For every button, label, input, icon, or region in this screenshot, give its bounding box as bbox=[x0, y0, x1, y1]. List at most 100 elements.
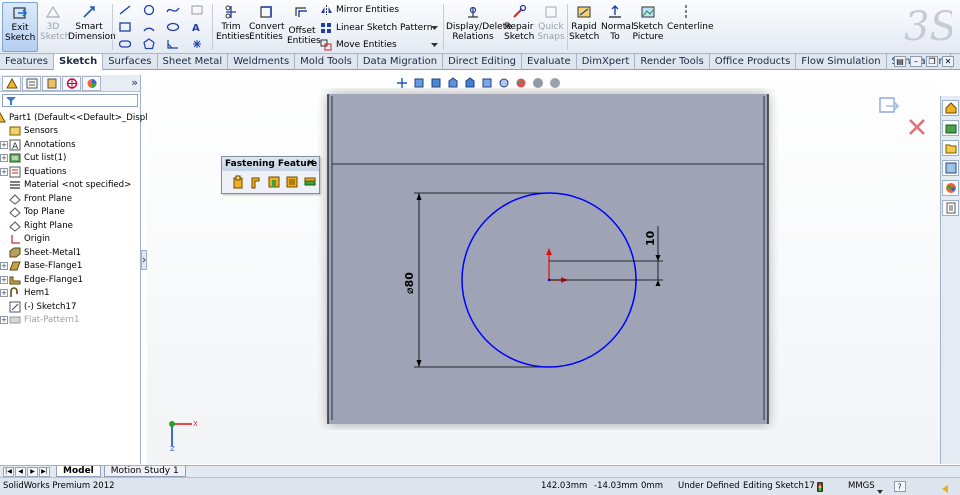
discard-sketch-icon[interactable] bbox=[909, 119, 925, 135]
tree-item[interactable]: + Hem1 bbox=[0, 287, 140, 301]
sketch-picture-button[interactable]: Sketch Picture bbox=[632, 2, 664, 52]
tree-item[interactable]: Sensors bbox=[0, 125, 140, 139]
solidworks-resources-icon[interactable] bbox=[942, 100, 959, 116]
expand-icon[interactable]: + bbox=[0, 167, 8, 176]
design-library-icon[interactable] bbox=[942, 120, 959, 136]
appearances-icon[interactable] bbox=[942, 180, 959, 196]
property-manager-tab-icon[interactable] bbox=[22, 76, 41, 91]
help-icon[interactable]: ? bbox=[894, 481, 906, 495]
convert-entities-button[interactable]: Convert Entities bbox=[249, 2, 285, 52]
tree-item[interactable]: + Base-Flange1 bbox=[0, 260, 140, 274]
units-dropdown-arrow[interactable] bbox=[877, 484, 883, 495]
offset-entities-button[interactable]: Offset Entities bbox=[286, 2, 321, 52]
offset-dimension-label[interactable]: 10 bbox=[644, 230, 657, 246]
rapid-sketch-button[interactable]: Rapid Sketch bbox=[569, 2, 599, 52]
close-icon[interactable]: ✕ bbox=[942, 56, 954, 67]
tab-weldments[interactable]: Weldments bbox=[228, 54, 296, 70]
line-icon[interactable] bbox=[116, 3, 134, 17]
more-tabs-icon[interactable]: » bbox=[131, 76, 138, 90]
fastening-feature-title[interactable]: Fastening Feature ✕ bbox=[222, 157, 319, 171]
repair-sketch-button[interactable]: Repair Sketch bbox=[503, 2, 535, 52]
tree-item[interactable]: Material <not specified> bbox=[0, 179, 140, 193]
quick-snaps-button[interactable]: Quick Snaps bbox=[537, 2, 565, 52]
tree-item[interactable]: Sheet-Metal1 bbox=[0, 246, 140, 260]
tree-item[interactable]: + Flat-Pattern1 bbox=[0, 314, 140, 328]
tab-dimxpert[interactable]: DimXpert bbox=[577, 54, 636, 70]
slot-icon[interactable] bbox=[116, 37, 134, 51]
expand-icon[interactable]: + bbox=[0, 289, 8, 298]
feature-tree-filter[interactable] bbox=[2, 94, 138, 107]
feature-tree-tab-icon[interactable] bbox=[2, 76, 21, 91]
last-tab-icon[interactable]: ▶| bbox=[39, 466, 50, 477]
expand-icon[interactable]: + bbox=[0, 262, 8, 271]
tree-item[interactable]: Origin bbox=[0, 233, 140, 247]
tab-mold-tools[interactable]: Mold Tools bbox=[295, 54, 358, 70]
tab-sheet-metal[interactable]: Sheet Metal bbox=[158, 54, 229, 70]
sketch-chamfer-icon[interactable] bbox=[164, 37, 182, 51]
snap-hook-icon[interactable] bbox=[248, 174, 264, 190]
tree-item[interactable]: Top Plane bbox=[0, 206, 140, 220]
expand-icon[interactable]: + bbox=[0, 154, 8, 163]
exit-sketch-confirm-icon[interactable] bbox=[879, 97, 900, 113]
spline-icon[interactable] bbox=[164, 3, 182, 17]
tab-office-products[interactable]: Office Products bbox=[710, 54, 797, 70]
exit-sketch-button[interactable]: Exit Sketch bbox=[2, 2, 38, 52]
expand-icon[interactable]: + bbox=[0, 275, 8, 284]
linear-sketch-pattern-button[interactable]: Linear Sketch Pattern bbox=[320, 21, 432, 35]
tree-item[interactable]: Front Plane bbox=[0, 192, 140, 206]
tree-item[interactable]: (-) Sketch17 bbox=[0, 300, 140, 314]
polygon-icon[interactable] bbox=[140, 37, 158, 51]
diameter-dimension-label[interactable]: ⌀80 bbox=[403, 272, 416, 294]
sketch-fillet-icon[interactable] bbox=[188, 3, 206, 17]
tab-evaluate[interactable]: Evaluate bbox=[522, 54, 577, 70]
rebuild-indicator-icon[interactable] bbox=[816, 482, 824, 495]
first-tab-icon[interactable]: |◀ bbox=[3, 466, 14, 477]
move-entities-button[interactable]: Move Entities bbox=[320, 38, 397, 52]
centerline-button[interactable]: Centerline bbox=[667, 2, 714, 52]
tree-item[interactable]: + Edge-Flange1 bbox=[0, 273, 140, 287]
status-units[interactable]: MMGS bbox=[848, 478, 875, 495]
view-palette-icon[interactable] bbox=[942, 160, 959, 176]
restore-icon[interactable]: ❐ bbox=[926, 56, 938, 67]
tab-model[interactable]: Model bbox=[56, 466, 101, 477]
smart-dimension-button[interactable]: Smart Dimension bbox=[68, 2, 116, 52]
rectangle-icon[interactable] bbox=[116, 20, 134, 34]
tree-item[interactable]: Right Plane bbox=[0, 219, 140, 233]
tree-item[interactable]: Part1 (Default<<Default>_Displa bbox=[0, 111, 153, 125]
tree-item[interactable]: + Cut list(1) bbox=[0, 152, 140, 166]
next-tab-icon[interactable]: ▶ bbox=[27, 466, 38, 477]
minimize-icon[interactable]: – bbox=[910, 56, 922, 67]
pattern-dropdown-arrow[interactable] bbox=[429, 21, 439, 35]
close-icon[interactable]: ✕ bbox=[307, 157, 315, 171]
lip-groove-icon[interactable] bbox=[302, 174, 318, 190]
normal-to-button[interactable]: Normal To bbox=[601, 2, 634, 52]
display-manager-tab-icon[interactable] bbox=[82, 76, 101, 91]
tree-item[interactable]: + A Annotations bbox=[0, 138, 140, 152]
move-dropdown-arrow[interactable] bbox=[429, 38, 439, 52]
arc-icon[interactable] bbox=[140, 20, 158, 34]
tab-motion-study-1[interactable]: Motion Study 1 bbox=[103, 466, 186, 477]
sheet-metal-part-view[interactable]: ⌀80 10 bbox=[318, 88, 778, 430]
tab-sketch[interactable]: Sketch bbox=[54, 54, 104, 70]
tile-icon[interactable]: ▤ bbox=[894, 56, 906, 67]
expand-icon[interactable]: + bbox=[0, 316, 8, 325]
tab-data-migration[interactable]: Data Migration bbox=[358, 54, 444, 70]
file-explorer-icon[interactable] bbox=[942, 140, 959, 156]
mounting-boss-icon[interactable] bbox=[230, 174, 246, 190]
vent-icon[interactable] bbox=[284, 174, 300, 190]
tab-surfaces[interactable]: Surfaces bbox=[103, 54, 158, 70]
ellipse-icon[interactable] bbox=[164, 20, 182, 34]
display-delete-relations-button[interactable]: Display/Delete Relations bbox=[446, 2, 512, 52]
expand-icon[interactable]: + bbox=[0, 140, 8, 149]
tab-flow-simulation[interactable]: Flow Simulation bbox=[796, 54, 887, 70]
tab-render-tools[interactable]: Render Tools bbox=[635, 54, 710, 70]
text-icon[interactable]: A bbox=[188, 20, 206, 34]
dimxpert-manager-tab-icon[interactable] bbox=[62, 76, 81, 91]
snap-hook-groove-icon[interactable] bbox=[266, 174, 282, 190]
mirror-entities-button[interactable]: Mirror Entities bbox=[320, 3, 399, 17]
3d-sketch-button[interactable]: 3D Sketch bbox=[40, 2, 70, 52]
trim-entities-button[interactable]: Trim Entities bbox=[215, 2, 250, 52]
tab-direct-editing[interactable]: Direct Editing bbox=[443, 54, 523, 70]
tree-item[interactable]: + Equations bbox=[0, 165, 140, 179]
tab-features[interactable]: Features bbox=[0, 54, 54, 70]
